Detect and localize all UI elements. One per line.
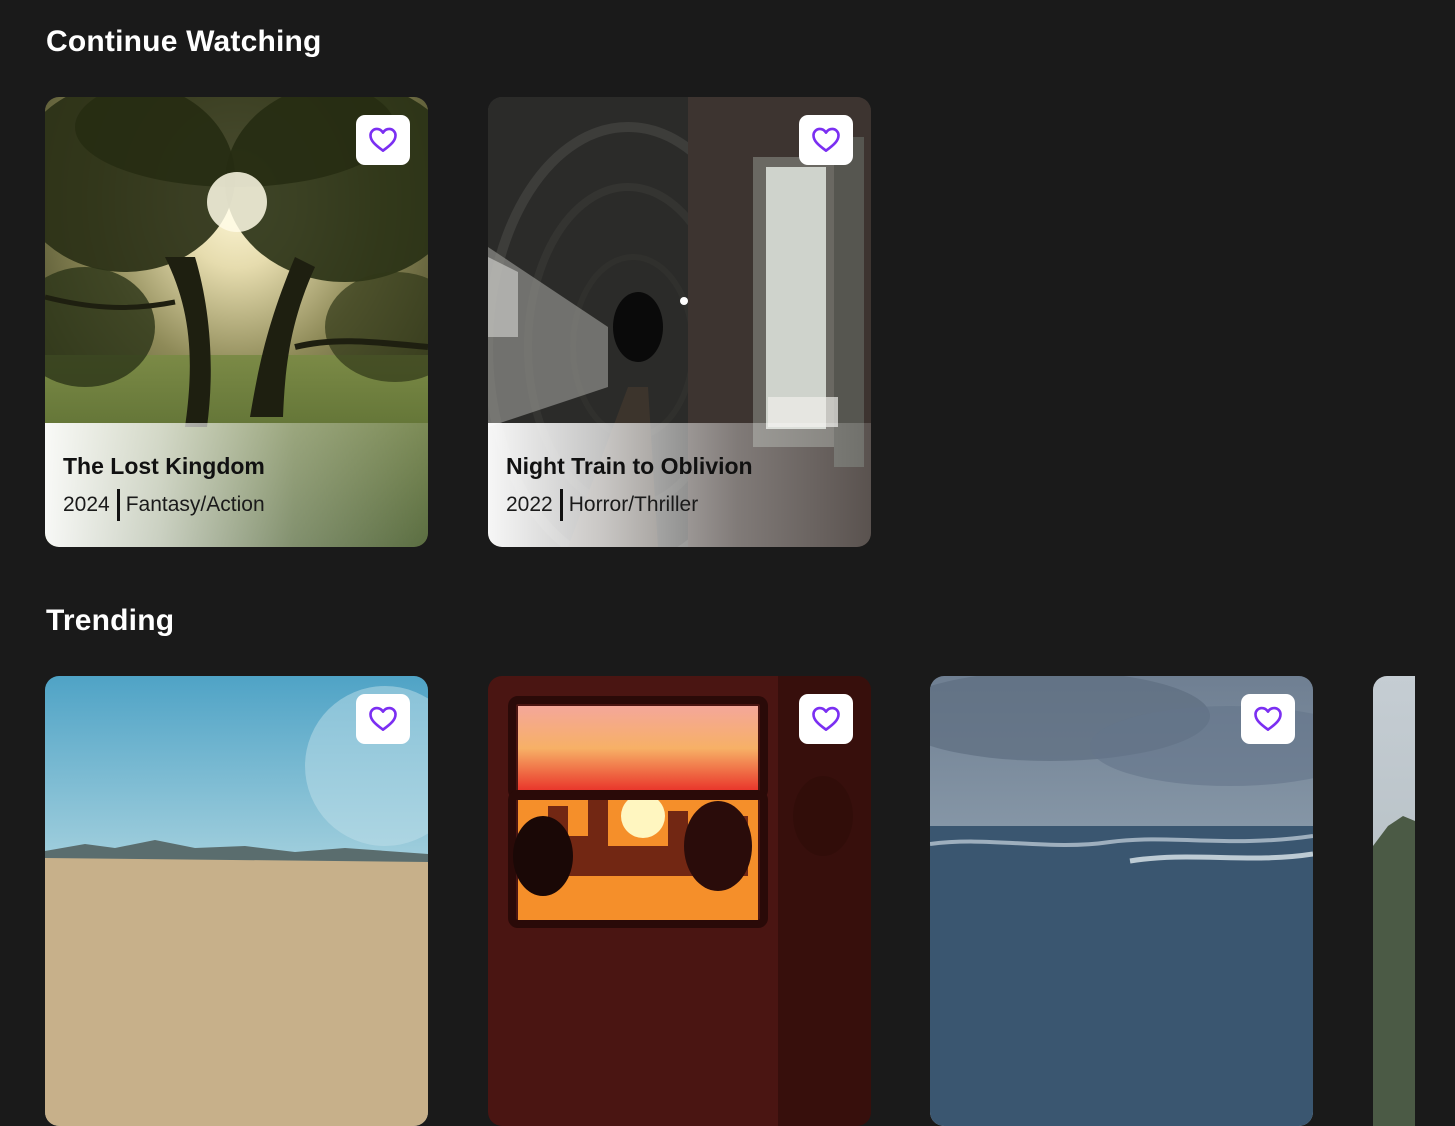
- continue-watching-card[interactable]: The Lost Kingdom 2024 Fantasy/Action: [45, 97, 428, 547]
- meta-divider: [116, 489, 120, 521]
- heart-icon: [811, 125, 841, 155]
- favorite-button[interactable]: [356, 115, 410, 165]
- card-title: The Lost Kingdom: [63, 453, 265, 479]
- continue-watching-heading: Continue Watching: [46, 25, 322, 58]
- heart-icon: [1253, 704, 1283, 734]
- meta-divider: [559, 489, 563, 521]
- card-year: 2022: [506, 493, 553, 516]
- favorite-button[interactable]: [799, 115, 853, 165]
- trending-card[interactable]: [45, 676, 428, 1126]
- card-poster-image: [1373, 676, 1415, 1126]
- card-genre: Horror/Thriller: [568, 493, 699, 516]
- trending-card[interactable]: [930, 676, 1313, 1126]
- card-info-panel: Night Train to Oblivion 2022 Horror/Thri…: [488, 423, 871, 547]
- heart-icon: [811, 704, 841, 734]
- card-info-panel: The Lost Kingdom 2024 Fantasy/Action: [45, 423, 428, 547]
- favorite-button[interactable]: [1241, 694, 1295, 744]
- card-genre: Fantasy/Action: [125, 493, 265, 516]
- card-meta: 2024 Fantasy/Action: [63, 489, 265, 521]
- trending-card[interactable]: [1373, 676, 1415, 1126]
- card-title: Night Train to Oblivion: [506, 453, 753, 479]
- favorite-button[interactable]: [356, 694, 410, 744]
- card-year: 2024: [63, 493, 110, 516]
- heart-icon: [368, 704, 398, 734]
- trending-heading: Trending: [46, 604, 175, 637]
- card-meta: 2022 Horror/Thriller: [506, 489, 698, 521]
- continue-watching-card[interactable]: Night Train to Oblivion 2022 Horror/Thri…: [488, 97, 871, 547]
- heart-icon: [368, 125, 398, 155]
- favorite-button[interactable]: [799, 694, 853, 744]
- trending-card[interactable]: [488, 676, 871, 1126]
